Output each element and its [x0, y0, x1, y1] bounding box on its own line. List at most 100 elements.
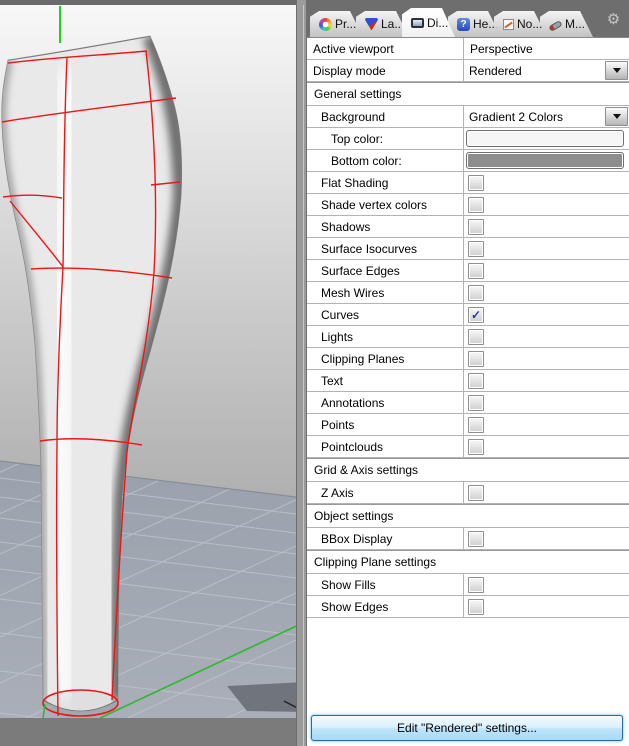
top-color-swatch[interactable]	[466, 130, 624, 147]
section-header-label: Grid & Axis settings	[314, 463, 419, 477]
section-header-label: Object settings	[314, 509, 394, 523]
row-flat-shading: Flat Shading	[307, 172, 629, 194]
panel-options-gear[interactable]	[605, 11, 622, 28]
surface-edges-checkbox[interactable]	[468, 262, 484, 279]
setting-value-cell	[464, 128, 629, 149]
setting-label: Lights	[321, 329, 354, 344]
tab-label: Di...	[427, 15, 449, 30]
flat-shading-checkbox[interactable]	[468, 174, 484, 191]
tab-pr[interactable]: Pr...	[310, 11, 363, 37]
setting-label: Z Axis	[321, 485, 354, 500]
setting-value-cell: Rendered	[464, 60, 629, 81]
section-header-label: Clipping Plane settings	[314, 555, 437, 569]
perspective-viewport[interactable]	[0, 0, 306, 746]
z-axis-checkbox[interactable]	[468, 484, 484, 501]
tab-di[interactable]: Di...	[402, 8, 455, 37]
text-checkbox[interactable]	[468, 372, 484, 389]
lights-checkbox[interactable]	[468, 328, 484, 345]
setting-label: Flat Shading	[321, 175, 389, 190]
rhino-window: Pr... La... Di...He... No... M... Active vie…	[0, 0, 629, 746]
show-edges-checkbox[interactable]	[468, 598, 484, 615]
display-settings-table: Active viewport Perspective Display mode Re…	[307, 37, 629, 618]
points-checkbox[interactable]	[468, 416, 484, 433]
setting-label-cell: Curves	[307, 304, 464, 325]
mesh-wires-checkbox[interactable]	[468, 284, 484, 301]
tab-he[interactable]: He...	[448, 11, 501, 37]
viewport-canvas	[0, 0, 306, 746]
row-shade-vertex-colors: Shade vertex colors	[307, 194, 629, 216]
section-header-object-settings: Object settings	[307, 504, 629, 528]
setting-label-cell: Show Fills	[307, 574, 464, 595]
setting-value-cell: Gradient 2 Colors	[464, 106, 629, 127]
pointclouds-checkbox[interactable]	[468, 438, 484, 455]
tab-no[interactable]: No...	[494, 11, 547, 37]
setting-label-cell: Flat Shading	[307, 172, 464, 193]
notes-icon	[503, 19, 514, 30]
tab-label: No...	[517, 17, 543, 31]
properties-icon	[319, 18, 332, 31]
shade-vertex-colors-checkbox[interactable]	[468, 196, 484, 213]
setting-label: Shadows	[321, 219, 371, 234]
panel-tab-bar: Pr... La... Di...He... No... M...	[307, 0, 629, 37]
display-mode-dropdown[interactable]: Rendered	[464, 60, 629, 81]
setting-label: Mesh Wires	[321, 285, 385, 300]
setting-label-cell: Annotations	[307, 392, 464, 413]
display-icon	[411, 18, 424, 28]
setting-label-cell: Z Axis	[307, 482, 464, 503]
setting-value-cell	[464, 528, 629, 549]
setting-label: Bottom color:	[331, 153, 402, 168]
panel-footer: Edit "Rendered" settings...	[307, 713, 629, 746]
setting-label-cell: Shade vertex colors	[307, 194, 464, 215]
row-show-edges: Show Edges	[307, 596, 629, 618]
annotations-checkbox[interactable]	[468, 394, 484, 411]
row-shadows: Shadows	[307, 216, 629, 238]
setting-value-cell	[464, 172, 629, 193]
section-header-clipping-plane-settings: Clipping Plane settings	[307, 550, 629, 574]
background-dropdown[interactable]: Gradient 2 Colors	[464, 106, 629, 127]
setting-value-cell	[464, 326, 629, 347]
setting-label: Curves	[321, 307, 360, 322]
chevron-down-icon[interactable]	[605, 61, 628, 80]
bottom-color-swatch[interactable]	[466, 152, 624, 169]
row-curves: Curves ✓	[307, 304, 629, 326]
setting-label: Points	[321, 417, 355, 432]
surface-isocurves-checkbox[interactable]	[468, 240, 484, 257]
setting-label-cell: Show Edges	[307, 596, 464, 617]
setting-label: Active viewport	[313, 41, 394, 56]
setting-value-cell	[464, 436, 629, 457]
curves-checkbox[interactable]: ✓	[468, 306, 484, 323]
row-clipping-planes: Clipping Planes	[307, 348, 629, 370]
setting-value-cell	[464, 596, 629, 617]
setting-value-cell: Perspective	[464, 38, 629, 59]
row-surface-edges: Surface Edges	[307, 260, 629, 282]
tab-m[interactable]: M...	[540, 11, 593, 37]
setting-label: Annotations	[321, 395, 385, 410]
edit-rendered-settings-button[interactable]: Edit "Rendered" settings...	[311, 715, 623, 741]
layers-icon	[365, 18, 378, 31]
row-mesh-wires: Mesh Wires	[307, 282, 629, 304]
setting-label: Shade vertex colors	[321, 197, 428, 212]
setting-value-cell	[464, 282, 629, 303]
shadows-checkbox[interactable]	[468, 218, 484, 235]
bbox-display-checkbox[interactable]	[468, 530, 484, 547]
row-show-fills: Show Fills	[307, 574, 629, 596]
section-header-general-settings: General settings	[307, 82, 629, 106]
setting-value-cell	[464, 482, 629, 503]
row-pointclouds: Pointclouds	[307, 436, 629, 458]
setting-value: Perspective	[470, 41, 533, 56]
setting-label: Show Edges	[321, 599, 389, 614]
setting-value-cell	[464, 574, 629, 595]
row-text: Text	[307, 370, 629, 392]
row-bottom-color: Bottom color:	[307, 150, 629, 172]
chevron-down-icon[interactable]	[605, 107, 628, 126]
tab-label: Pr...	[335, 17, 357, 31]
materials-icon	[548, 20, 562, 32]
setting-label-cell: Text	[307, 370, 464, 391]
setting-label: Top color:	[331, 131, 384, 146]
row-display-mode: Display mode Rendered	[307, 60, 629, 82]
tab-la[interactable]: La...	[356, 11, 409, 37]
show-fills-checkbox[interactable]	[468, 576, 484, 593]
row-surface-isocurves: Surface Isocurves	[307, 238, 629, 260]
row-active-viewport: Active viewport Perspective	[307, 38, 629, 60]
clipping-planes-checkbox[interactable]	[468, 350, 484, 367]
